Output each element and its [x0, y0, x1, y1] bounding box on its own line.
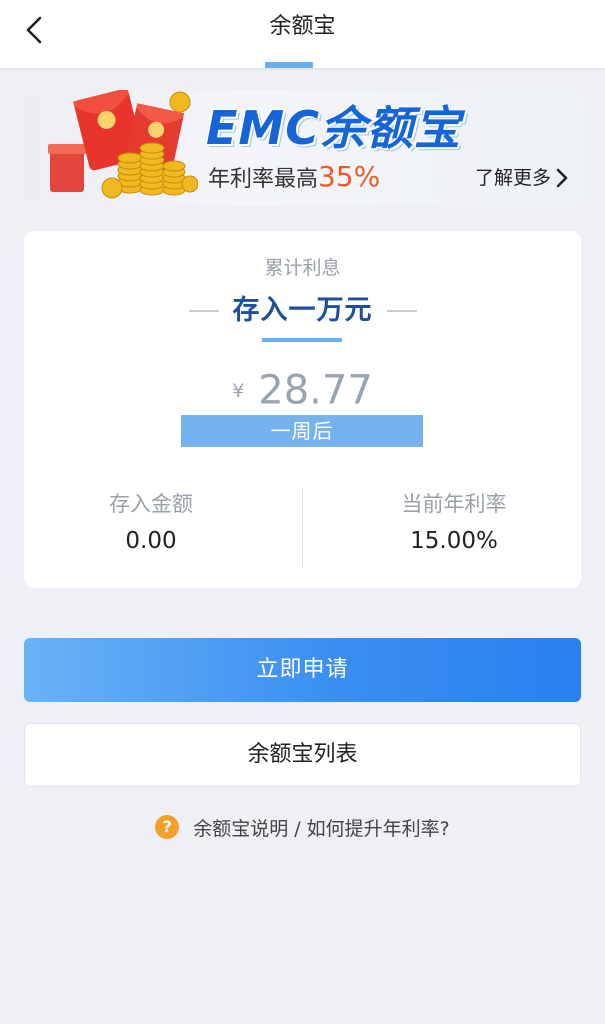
learn-more-link[interactable]: 了解更多 — [475, 164, 569, 192]
help-text: 余额宝说明 / 如何提升年利率? — [193, 817, 450, 840]
banner-rate-prefix: 年利率最高 — [208, 167, 319, 192]
rate-stat: 当前年利率 15.00% — [327, 489, 581, 559]
learn-more-label: 了解更多 — [474, 167, 551, 189]
title-indicator-bar — [265, 62, 313, 68]
deposit-value: 0.00 — [125, 528, 177, 554]
card-title-row: 存入一万元 — [24, 291, 581, 331]
title-dash-right — [386, 310, 417, 312]
interest-value: 28.77 — [258, 367, 373, 414]
yuebao-list-button[interactable]: 余额宝列表 — [24, 723, 581, 787]
banner-rate-value: 35% — [318, 160, 381, 193]
rate-value: 15.00% — [410, 528, 498, 554]
card-subtitle: 累计利息 — [264, 257, 341, 279]
title-dash-left — [188, 310, 219, 312]
deposit-label: 存入金额 — [109, 492, 193, 516]
page-title: 余额宝 — [269, 14, 336, 39]
rate-label: 当前年利率 — [401, 492, 507, 516]
interest-card: 累计利息 存入一万元 ¥28.77 一周后 存入金额 0.00 当前年利率 15… — [24, 231, 581, 588]
period-badge: 一周后 — [181, 415, 423, 447]
card-title: 存入一万元 — [232, 295, 373, 326]
question-icon: ? — [155, 815, 180, 839]
banner-logo: EMC余额宝 — [206, 101, 461, 155]
promo-banner[interactable]: EMC余额宝 年利率最高35% 了解更多 — [24, 90, 581, 206]
deposit-stat: 存入金额 0.00 — [24, 489, 278, 559]
chevron-right-icon — [556, 168, 568, 188]
currency-symbol: ¥ — [232, 379, 245, 402]
red-envelope-coins-icon — [48, 90, 198, 199]
top-nav-bar: 余额宝 — [0, 0, 605, 68]
help-link[interactable]: ? 余额宝说明 / 如何提升年利率? — [0, 812, 605, 842]
stat-divider — [302, 488, 303, 568]
banner-rate-text: 年利率最高35% — [208, 160, 380, 197]
apply-now-button[interactable]: 立即申请 — [24, 638, 581, 702]
card-title-underline — [262, 338, 342, 342]
interest-amount: ¥28.77 — [24, 365, 581, 416]
